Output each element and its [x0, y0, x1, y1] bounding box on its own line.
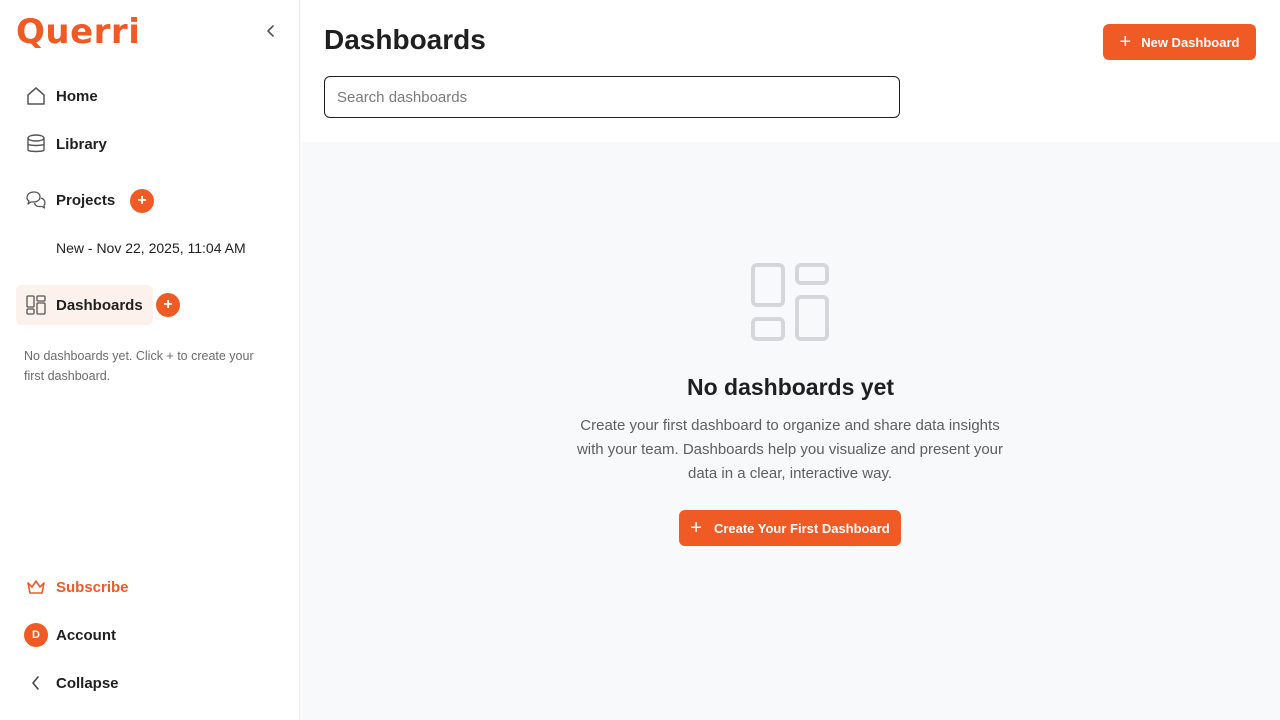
- create-first-dashboard-button[interactable]: + Create Your First Dashboard: [679, 510, 901, 546]
- project-list-item[interactable]: New - Nov 22, 2025, 11:04 AM: [56, 240, 246, 256]
- sidebar-item-label: Dashboards: [56, 296, 143, 314]
- sidebar-item-subscribe[interactable]: Subscribe: [16, 567, 139, 607]
- dashboards-content: No dashboards yet Create your first dash…: [301, 142, 1280, 720]
- page-header: Dashboards + New Dashboard: [301, 0, 1280, 142]
- avatar-wrapper: D: [24, 623, 48, 647]
- avatar: D: [24, 623, 48, 647]
- create-first-dashboard-label: Create Your First Dashboard: [713, 520, 890, 536]
- sidebar-item-collapse[interactable]: Collapse: [16, 663, 129, 703]
- sidebar-item-library[interactable]: Library: [16, 124, 117, 164]
- sidebar-item-label: Home: [56, 87, 98, 105]
- sidebar: Querri Home Library Projects + New - Nov…: [0, 0, 300, 720]
- empty-state-title: No dashboards yet: [686, 374, 895, 400]
- add-dashboard-button[interactable]: +: [156, 293, 180, 317]
- sidebar-collapse-chevron-icon[interactable]: [262, 22, 280, 40]
- plus-icon: +: [1119, 31, 1132, 53]
- sidebar-item-label: Collapse: [56, 674, 119, 692]
- sidebar-item-label: Library: [56, 135, 107, 153]
- sidebar-item-label: Subscribe: [56, 578, 129, 596]
- new-dashboard-button[interactable]: + New Dashboard: [1103, 24, 1256, 60]
- new-dashboard-label: New Dashboard: [1141, 34, 1240, 50]
- chevron-left-icon: [24, 671, 48, 695]
- dashboards-empty-hint: No dashboards yet. Click + to create you…: [24, 349, 254, 383]
- home-icon: [24, 84, 48, 108]
- database-icon: [24, 132, 48, 156]
- empty-state-description: Create your first dashboard to organize …: [576, 417, 1004, 482]
- sidebar-item-label: Projects: [56, 191, 116, 209]
- sidebar-item-home[interactable]: Home: [16, 76, 108, 116]
- basket-icon: [24, 575, 48, 599]
- sidebar-item-account[interactable]: D Account: [16, 615, 126, 655]
- plus-icon: +: [690, 517, 702, 539]
- sidebar-item-dashboards[interactable]: Dashboards: [16, 285, 153, 325]
- chat-bubbles-icon: [24, 188, 48, 212]
- search-input[interactable]: [324, 76, 900, 118]
- dashboard-placeholder-icon: [751, 263, 829, 341]
- main-area: Dashboards + New Dashboard No dashboards…: [301, 0, 1280, 720]
- add-project-button[interactable]: +: [130, 189, 154, 213]
- querri-logo[interactable]: Querri: [16, 12, 140, 52]
- sidebar-item-projects[interactable]: Projects: [16, 180, 125, 220]
- sidebar-item-label: Account: [56, 626, 116, 644]
- dashboard-icon: [24, 293, 48, 317]
- page-title: Dashboards: [324, 24, 486, 55]
